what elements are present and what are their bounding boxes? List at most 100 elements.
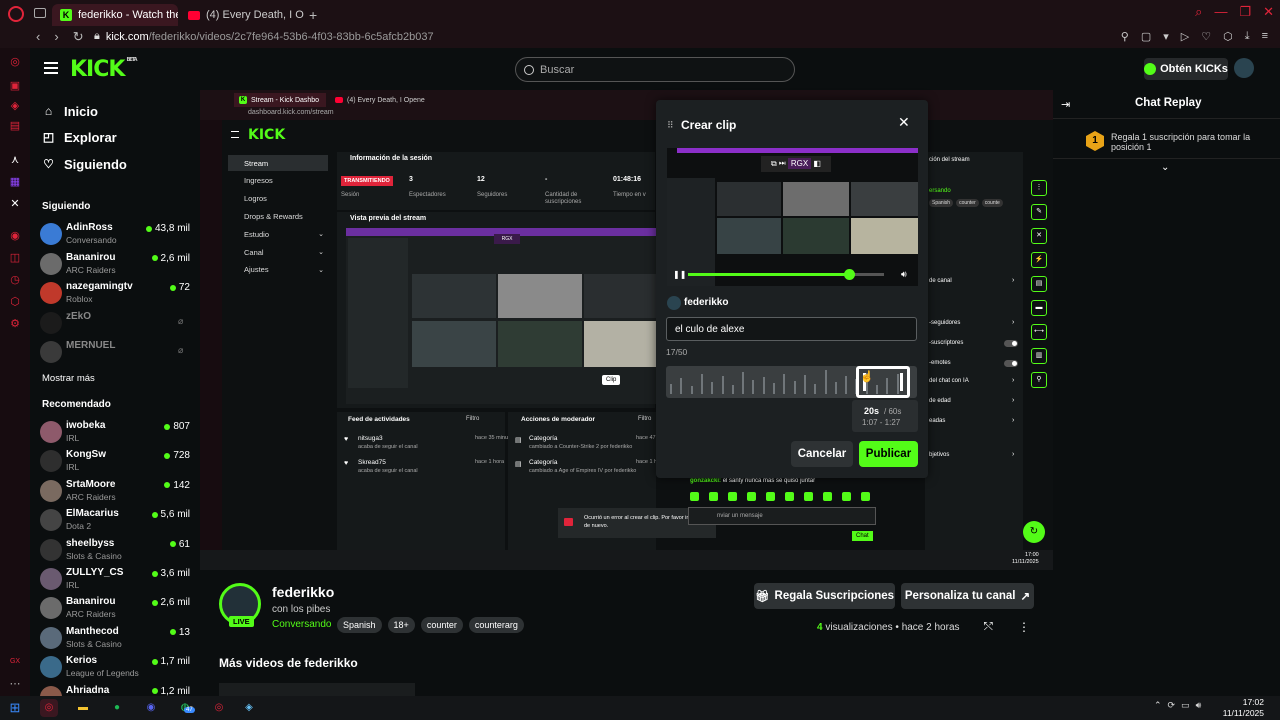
reload-icon[interactable]: ↻: [73, 29, 84, 45]
share-icon[interactable]: ⤲: [984, 621, 993, 634]
streamer-name[interactable]: federikko: [272, 584, 334, 600]
nav-home[interactable]: ⌂ Inicio: [42, 104, 98, 119]
scroll-down-fab-icon[interactable]: ↻: [1023, 521, 1045, 543]
history-icon[interactable]: ◷: [9, 274, 21, 286]
pin-icon[interactable]: ⚲: [1121, 30, 1129, 43]
stream-tag[interactable]: 18+: [387, 617, 415, 633]
nav-following[interactable]: ♡ Siguiendo: [42, 157, 127, 172]
opera-taskbar-icon[interactable]: ◎: [40, 699, 58, 717]
forward-icon[interactable]: ›: [54, 29, 58, 45]
download-icon[interactable]: ⤓: [1245, 30, 1250, 43]
steam-icon[interactable]: ◈: [240, 699, 258, 717]
close-dialog-icon[interactable]: ✕: [898, 114, 910, 131]
heart-outline-icon[interactable]: ♡: [1201, 30, 1211, 43]
search-input[interactable]: Buscar: [515, 57, 795, 82]
publish-button[interactable]: Publicar: [859, 441, 918, 467]
browser-tab-active[interactable]: K federikko - Watch the: [52, 4, 178, 26]
clip-preview[interactable]: ⧉ ⏭ RGX ◧: [667, 148, 918, 286]
tray-chevron-icon[interactable]: ⌃: [1154, 700, 1162, 711]
kick-rail-icon[interactable]: ⋏: [9, 154, 21, 166]
volume-icon[interactable]: 🔊︎: [901, 269, 907, 280]
aria-icon[interactable]: ◎: [9, 56, 21, 68]
channel-list-item[interactable]: ElMacarius Dota 2 5,6 mil: [40, 506, 190, 534]
spotify-icon[interactable]: ●: [108, 699, 126, 717]
kick-logo[interactable]: KICK BETA: [70, 57, 138, 82]
settings-icon[interactable]: ⚙: [9, 318, 21, 330]
extensions-icon[interactable]: ⬡: [1223, 30, 1233, 43]
opera-logo-icon[interactable]: [8, 6, 24, 22]
network-icon[interactable]: ⟳: [1168, 700, 1176, 711]
search-tabs-icon[interactable]: ⌕: [1195, 4, 1202, 20]
channel-list-item[interactable]: Bananirou ARC Raiders 2,6 mil: [40, 250, 190, 278]
twitch-icon[interactable]: ▣: [9, 80, 21, 92]
nav-explore[interactable]: ◰ Explorar: [42, 130, 117, 145]
stream-tag[interactable]: Spanish: [337, 617, 382, 633]
address-bar[interactable]: 🔒︎ kick.com/federikko/videos/2c7fe964-53…: [94, 30, 434, 43]
bookmarks-icon[interactable]: ◫: [9, 252, 21, 264]
mail-icon[interactable]: ▤: [9, 120, 21, 132]
twitch-rail-icon[interactable]: ▦: [9, 176, 21, 188]
gx-icon[interactable]: GX: [9, 656, 21, 668]
discord-icon[interactable]: ◉: [142, 699, 160, 717]
expand-chevron-icon[interactable]: ⌄: [1161, 162, 1169, 173]
cancel-button[interactable]: Cancelar: [791, 441, 853, 467]
inner-menu-icon: [231, 131, 239, 138]
channel-list-item[interactable]: Kerios League of Legends 1,7 mil: [40, 653, 190, 681]
clip-progress-knob[interactable]: [843, 269, 855, 280]
channel-list-item[interactable]: nazegamingtv Roblox 72: [40, 279, 190, 307]
channel-list-item[interactable]: ZULLYY_CS IRL 3,6 mil: [40, 565, 190, 593]
play-icon[interactable]: ▷: [1181, 30, 1189, 43]
get-kicks-button[interactable]: Obtén KICKs: [1144, 58, 1228, 80]
opera-gx-icon[interactable]: ◎: [210, 699, 228, 717]
channel-list-item[interactable]: SrtaMoore ARC Raiders 142: [40, 477, 190, 505]
folder-icon[interactable]: ▬: [74, 699, 92, 717]
clip-title-input[interactable]: [666, 317, 917, 341]
channel-list-item[interactable]: iwobeka IRL 807: [40, 418, 190, 446]
channel-category: League of Legends: [66, 668, 139, 679]
browser-tab-youtube[interactable]: (4) Every Death, I Opened: [180, 4, 304, 26]
speaker-icon[interactable]: 🔊︎: [1196, 700, 1202, 711]
hamburger-menu-icon[interactable]: [44, 62, 58, 74]
extensions-rail-icon[interactable]: ⬡: [9, 296, 21, 308]
channel-list-item[interactable]: Manthecod Slots & Casino 13: [40, 624, 190, 652]
stream-category[interactable]: Conversando: [272, 619, 331, 630]
channel-list-item[interactable]: zEkO ⌀: [40, 309, 190, 337]
video-thumbnail[interactable]: [219, 683, 415, 696]
close-window-icon[interactable]: ✕: [1263, 4, 1274, 20]
gift-subscriptions-button[interactable]: 🎁︎ Regala Suscripciones: [754, 583, 895, 609]
channel-list-item[interactable]: KongSw IRL 728: [40, 447, 190, 475]
wifi-icon[interactable]: ▭: [1181, 700, 1190, 711]
channel-list-item[interactable]: sheelbyss Slots & Casino 61: [40, 536, 190, 564]
more-options-icon[interactable]: ⋮: [1018, 620, 1030, 634]
session-stat-label: Seguidores: [477, 192, 508, 198]
more-rail-icon[interactable]: ⋯: [9, 678, 21, 690]
minimize-icon[interactable]: —: [1214, 4, 1227, 20]
maximize-icon[interactable]: ❐: [1239, 4, 1251, 20]
customize-channel-button[interactable]: Personaliza tu canal ↗: [901, 583, 1034, 609]
show-more-link[interactable]: Mostrar más: [42, 373, 95, 384]
sidebar-toggle-icon[interactable]: [34, 8, 46, 18]
channel-list-item[interactable]: AdinRoss Conversando 43,8 mil: [40, 220, 190, 248]
channel-list-item[interactable]: MERNUEL ⌀: [40, 338, 190, 366]
menu-lines-icon[interactable]: ≡: [1262, 30, 1268, 43]
player-icon[interactable]: ◉: [9, 230, 21, 242]
snapshot-icon[interactable]: ▢: [1141, 30, 1151, 43]
stream-tag[interactable]: counterarg: [468, 617, 524, 633]
channel-list-item[interactable]: Bananirou ARC Raiders 2,6 mil: [40, 594, 190, 622]
collapse-chat-icon[interactable]: ⇥: [1061, 98, 1070, 111]
pocket-icon[interactable]: ▾: [1163, 30, 1169, 43]
gift-sub-prompt[interactable]: Regala 1 suscripción para tomar la posic…: [1111, 132, 1261, 152]
new-tab-plus-icon[interactable]: +: [309, 7, 317, 23]
messenger-icon[interactable]: ◈: [9, 100, 21, 112]
stream-tag[interactable]: counter: [420, 617, 463, 633]
back-icon[interactable]: ‹: [36, 29, 40, 45]
viewer-count: 1,2 mil: [151, 686, 190, 697]
pause-icon[interactable]: ❚❚: [673, 270, 686, 279]
windows-start-icon[interactable]: ⊞: [6, 699, 24, 717]
user-avatar[interactable]: [1234, 58, 1254, 78]
channel-name: AdinRoss: [66, 222, 113, 233]
drag-handle-icon[interactable]: ⠿: [667, 120, 674, 131]
x-rail-icon[interactable]: ✕: [9, 198, 21, 210]
more-videos-title: Más videos de federikko: [219, 656, 358, 670]
taskbar-clock[interactable]: 17:02 11/11/2025: [1223, 697, 1264, 719]
